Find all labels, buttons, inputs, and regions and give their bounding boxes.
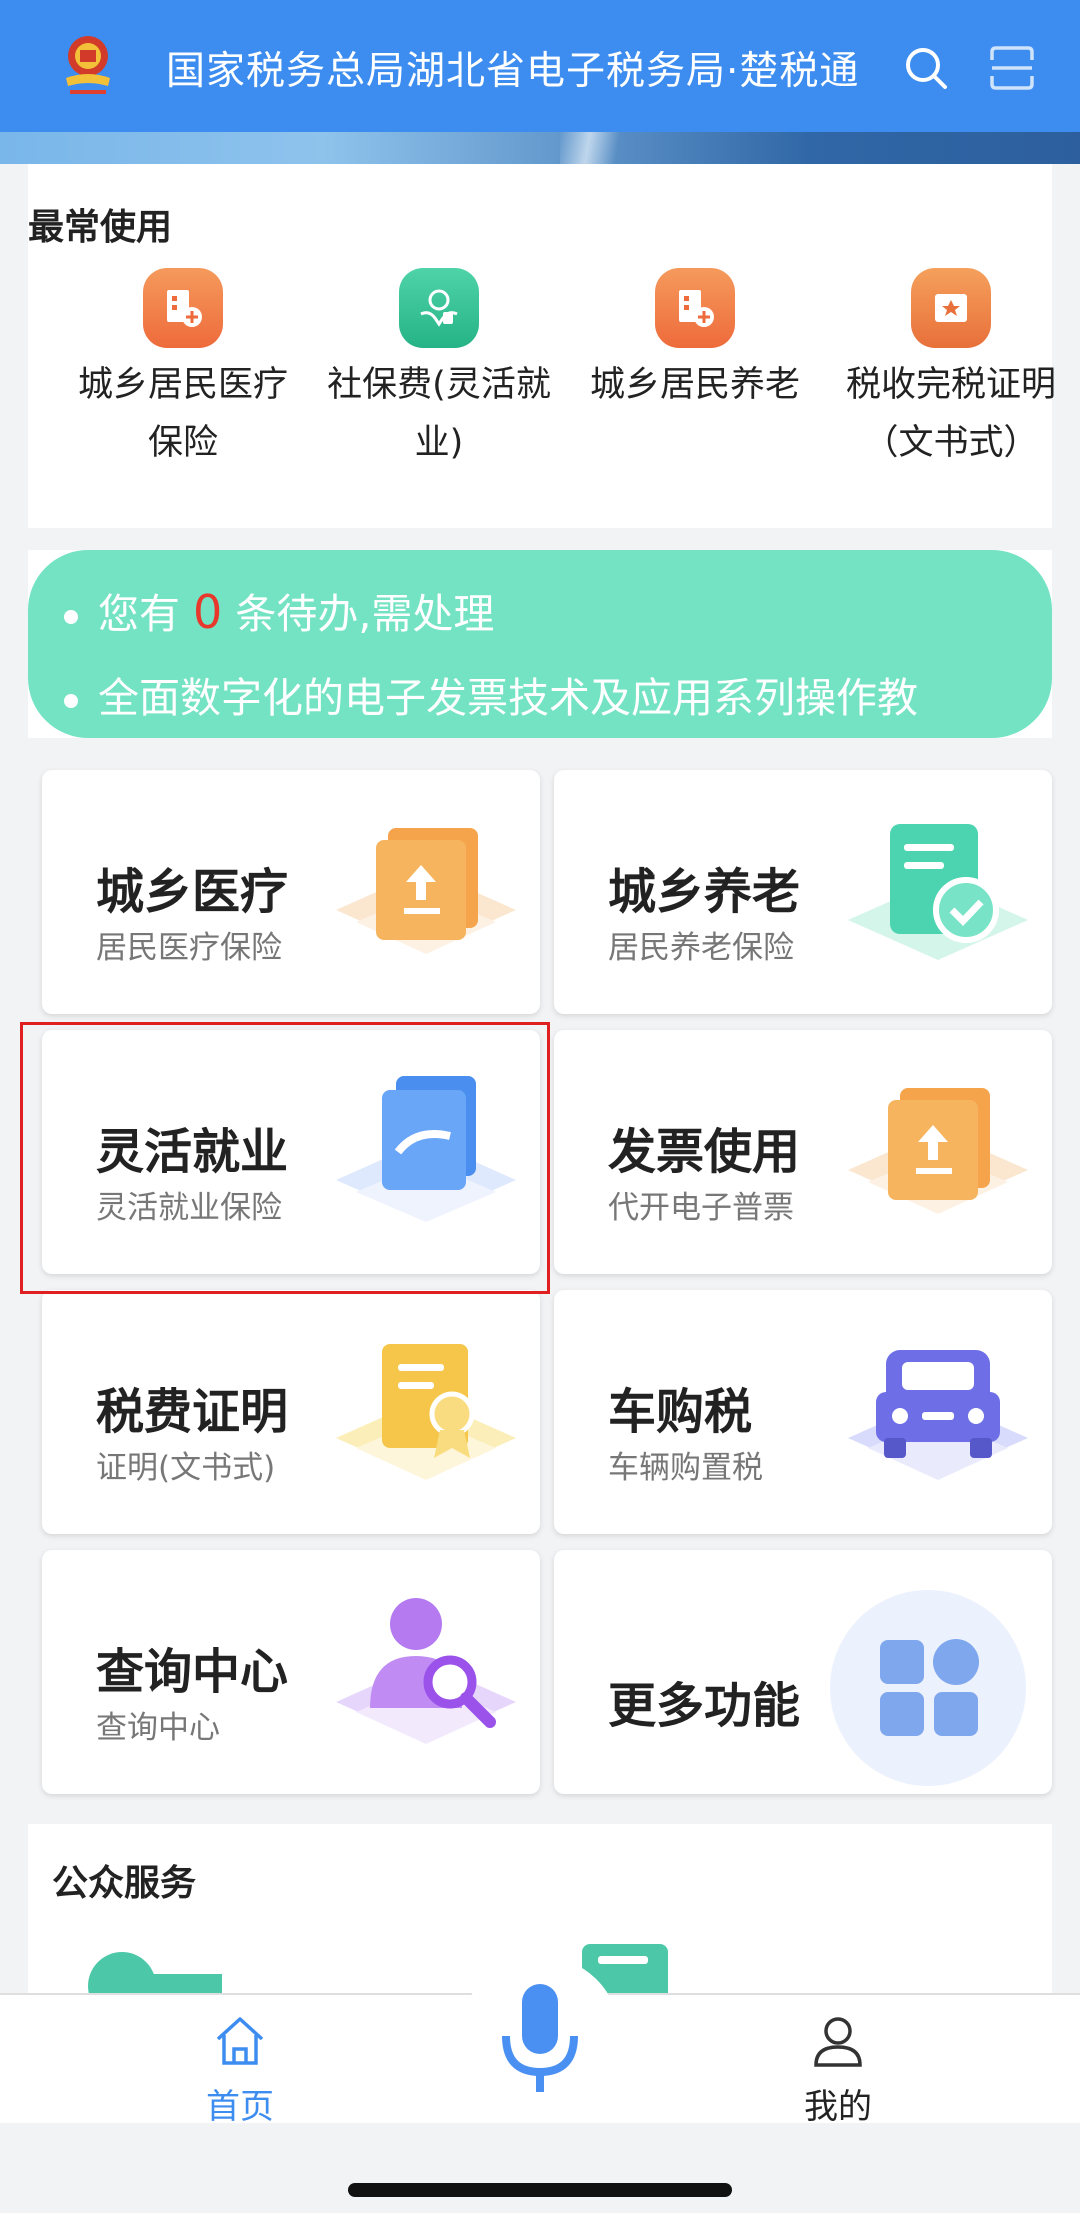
freq-item-social-security[interactable]: 社保费(灵活就业)	[324, 268, 554, 472]
tax-emblem-logo	[66, 36, 110, 94]
freq-label: 城乡居民养老	[589, 365, 800, 405]
nav-mine-label: 我的	[804, 2087, 872, 2127]
tax-certificate-icon	[911, 268, 991, 348]
frequent-title: 最常使用	[28, 207, 173, 248]
bullet-dot	[64, 694, 78, 708]
search-icon[interactable]	[902, 44, 950, 92]
tile-invoice-usage[interactable]: 发票使用 代开电子普票	[554, 1030, 1052, 1274]
orange-folder-upload-icon	[848, 1088, 1028, 1214]
notice-banner: 您有 0 条待办,需处理 全面数字化的电子发票技术及应用系列操作教	[28, 550, 1052, 738]
tile-title: 更多功能	[608, 1678, 801, 1734]
freq-label: 城乡居民医疗保险	[77, 365, 288, 463]
nav-mine[interactable]: 我的	[738, 2013, 938, 2128]
bullet-dot	[64, 610, 78, 624]
todo-count: 0	[193, 585, 223, 639]
voice-button[interactable]	[460, 1956, 620, 2116]
tile-subtitle: 证明(文书式)	[96, 1450, 276, 1486]
nav-home[interactable]: 首页	[140, 2013, 340, 2128]
social-security-icon	[399, 268, 479, 348]
medical-insurance-icon	[143, 268, 223, 348]
blue-folder-icon	[336, 1076, 516, 1222]
tile-urban-rural-medical[interactable]: 城乡医疗 居民医疗保险	[42, 770, 540, 1014]
tile-title: 税费证明	[96, 1384, 289, 1440]
purple-car-icon	[848, 1350, 1028, 1480]
tile-title: 灵活就业	[96, 1124, 289, 1180]
tile-more-functions[interactable]: 更多功能	[554, 1550, 1052, 1794]
tile-title: 发票使用	[608, 1124, 801, 1180]
todo-notice[interactable]: 您有 0 条待办,需处理 全面数字化的电子发票技术及应用系列操作教	[28, 550, 1052, 738]
green-document-check-icon	[848, 824, 1028, 960]
tile-subtitle: 居民医疗保险	[96, 930, 282, 966]
tile-title: 城乡养老	[608, 864, 801, 920]
tile-subtitle: 车辆购置税	[608, 1450, 763, 1486]
tile-subtitle: 居民养老保险	[608, 930, 794, 966]
tile-vehicle-purchase-tax[interactable]: 车购税 车辆购置税	[554, 1290, 1052, 1534]
tile-subtitle: 代开电子普票	[608, 1190, 794, 1226]
tile-tax-certificate[interactable]: 税费证明 证明(文书式)	[42, 1290, 540, 1534]
freq-label: 社保费(灵活就业)	[327, 365, 551, 463]
todo-suffix: 条待办,需处理	[235, 590, 495, 638]
home-icon	[216, 2017, 264, 2065]
todo-line[interactable]: 您有 0 条待办,需处理	[64, 580, 494, 640]
freq-item-tax-certificate[interactable]: 税收完税证明（文书式）	[836, 268, 1066, 472]
tile-subtitle: 查询中心	[96, 1710, 220, 1746]
scan-icon[interactable]	[988, 44, 1036, 92]
app-title: 国家税务总局湖北省电子税务局·楚税通	[166, 49, 860, 94]
news-text: 全面数字化的电子发票技术及应用系列操作教	[98, 674, 918, 722]
freq-item-medical[interactable]: 城乡居民医疗保险	[68, 268, 298, 472]
app-header: 国家税务总局湖北省电子税务局·楚税通	[0, 0, 1080, 132]
tile-flexible-employment[interactable]: 灵活就业 灵活就业保险	[42, 1030, 540, 1274]
todo-prefix: 您有	[98, 590, 180, 638]
tile-subtitle: 灵活就业保险	[96, 1190, 282, 1226]
user-icon	[814, 2017, 862, 2067]
purple-user-search-icon	[336, 1598, 516, 1744]
tile-query-center[interactable]: 查询中心 查询中心	[42, 1550, 540, 1794]
public-services-title: 公众服务	[52, 1863, 197, 1904]
nav-home-label: 首页	[206, 2087, 274, 2127]
pension-icon	[655, 268, 735, 348]
tile-title: 查询中心	[96, 1644, 289, 1700]
frequent-section: 最常使用 城乡居民医疗保险 社保费(灵活就业) 城乡居民养老 税收完税证明（文书…	[28, 164, 1056, 528]
freq-label: 税收完税证明（文书式）	[845, 365, 1056, 463]
home-indicator	[348, 2183, 732, 2197]
tile-title: 城乡医疗	[96, 864, 289, 920]
banner-strip	[0, 132, 1080, 164]
news-line[interactable]: 全面数字化的电子发票技术及应用系列操作教	[64, 664, 1014, 724]
freq-item-pension[interactable]: 城乡居民养老	[580, 268, 810, 414]
tile-urban-rural-pension[interactable]: 城乡养老 居民养老保险	[554, 770, 1052, 1014]
yellow-certificate-icon	[336, 1344, 516, 1480]
grid-apps-icon	[830, 1590, 1026, 1786]
microphone-icon	[502, 1984, 578, 2092]
tile-title: 车购税	[608, 1384, 753, 1440]
orange-folder-upload-icon	[336, 828, 516, 954]
